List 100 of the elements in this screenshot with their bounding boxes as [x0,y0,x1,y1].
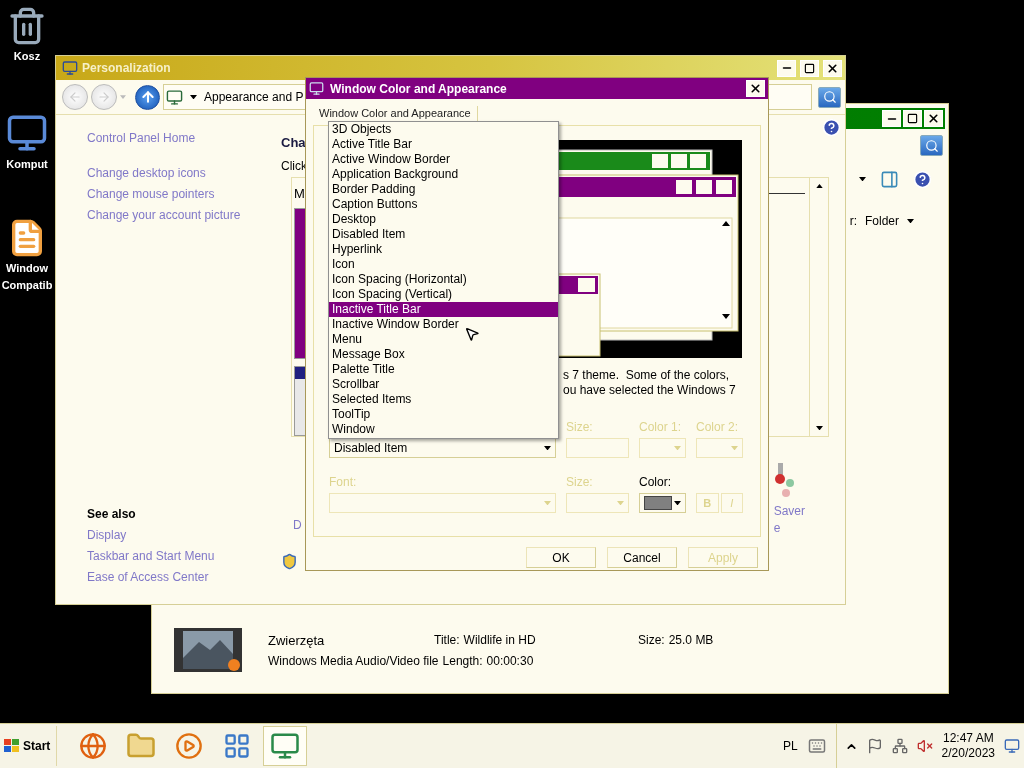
preview-pane-icon[interactable] [880,169,899,189]
size-label: Size: [566,420,594,434]
monitor-icon [309,81,324,96]
sidebar-link[interactable]: Change desktop icons [87,166,281,180]
field-label: Title: [434,633,460,647]
color-picker[interactable] [696,438,743,458]
list-option[interactable]: Icon Spacing (Horizontal) [329,272,558,287]
taskbar-button[interactable] [263,726,308,766]
down-arrow-icon [815,425,823,430]
maximize-button[interactable] [800,59,819,77]
list-option[interactable]: Message Box [329,347,558,362]
maximize-icon [907,113,918,124]
sidebar-link[interactable]: Taskbar and Start Menu [87,549,281,563]
help-icon[interactable] [913,169,932,189]
caret-icon [674,445,681,451]
close-button[interactable] [746,80,765,97]
close-button[interactable] [924,110,943,127]
list-option[interactable]: Window [329,422,558,437]
desktop-icon-label: Kosz [13,50,41,63]
color-label: Color 1: [639,420,683,434]
search-button[interactable] [920,135,943,156]
window-title: Personalization [82,61,171,75]
list-option[interactable]: Desktop [329,212,558,227]
screen-saver-label[interactable]: Saver [773,504,805,518]
language-indicator[interactable]: PL [782,739,798,753]
list-option[interactable]: Application Background [329,167,558,182]
sort-value[interactable]: Folder [865,214,899,228]
list-option[interactable]: Active Window Border [329,152,558,167]
minimize-button[interactable] [882,110,901,127]
minimize-button[interactable] [777,59,796,77]
keyboard-icon[interactable] [807,737,826,755]
desktop-icon-label: Compatib [1,279,53,292]
list-option[interactable]: Scrollbar [329,377,558,392]
list-option[interactable]: Caption Buttons [329,197,558,212]
back-icon [68,90,82,104]
flag-icon[interactable] [866,738,883,754]
up-arrow-icon [815,184,823,188]
color-label: Color 2: [696,420,740,434]
list-option[interactable]: Border Padding [329,182,558,197]
mouse-pointer-icon [464,326,480,342]
dialog-button[interactable]: OK [526,547,596,568]
caret-icon [617,500,624,506]
list-option[interactable]: Menu [329,332,558,347]
monitor-icon [270,731,301,761]
group-label: M [294,186,305,201]
shield-icon [281,553,298,570]
desktop-icon-label: Window [5,262,49,275]
file-type: Windows Media Audio/Video file [268,653,439,668]
windows-logo-icon [4,739,20,753]
caret-icon [544,500,551,506]
clock[interactable]: 12:47 AM 2/20/2023 [941,731,995,761]
video-thumbnail [174,628,242,672]
list-option[interactable]: Icon Spacing (Vertical) [329,287,558,302]
description-text: ou have selected the Windows 7 [563,383,737,398]
sidebar-link[interactable]: Ease of Access Center [87,570,281,584]
field-value: Wildlife in HD [463,633,536,647]
show-desktop-icon[interactable] [1004,738,1020,754]
list-option[interactable]: Disabled Item [329,227,558,242]
close-icon [927,112,940,125]
maximize-button[interactable] [903,110,922,127]
caret-icon [120,95,126,99]
close-icon [826,61,839,75]
color-picker[interactable] [639,438,686,458]
screen-saver-label[interactable]: e [773,521,805,535]
close-button[interactable] [823,59,842,77]
field-label: Size: [638,633,665,647]
up-button[interactable] [135,84,160,110]
list-option[interactable]: 3D Objects [329,122,558,137]
dialog-title: Window Color and Appearance [330,81,507,96]
volume-muted-icon[interactable] [916,738,933,754]
dialog-button[interactable]: Cancel [607,547,677,568]
field-value: 25.0 MB [668,633,714,647]
sidebar-link[interactable]: Display [87,528,281,542]
sidebar-link[interactable]: Control Panel Home [87,131,281,145]
see-also-heading: See also [87,507,137,521]
field-value: 00:00:30 [486,653,534,668]
list-option[interactable]: Icon [329,257,558,272]
setting-label[interactable]: D [293,518,302,532]
list-option[interactable]: Hyperlink [329,242,558,257]
play-icon [175,732,204,760]
list-option[interactable]: Inactive Window Border [329,317,558,332]
color-picker[interactable] [639,493,686,513]
sidebar-link[interactable]: Change mouse pointers [87,187,281,201]
list-option[interactable]: ToolTip [329,407,558,422]
sidebar-link[interactable]: Change your account picture [87,208,281,222]
size-label: Size: [566,475,594,489]
caret-icon [859,176,866,182]
caret-icon [674,500,681,506]
help-icon[interactable] [822,118,841,137]
item-dropdown[interactable]: Disabled Item [329,438,556,458]
list-option[interactable]: Active Title Bar [329,137,558,152]
close-icon [749,82,762,95]
desktop-icon-label: Komput [6,158,48,171]
list-option[interactable]: Selected Items [329,392,558,407]
search-icon [924,138,939,153]
list-option[interactable]: Palette Title [329,362,558,377]
list-option[interactable]: Inactive Title Bar [329,302,558,317]
network-icon[interactable] [891,738,908,754]
search-button[interactable] [818,86,841,108]
forward-icon [97,90,111,104]
